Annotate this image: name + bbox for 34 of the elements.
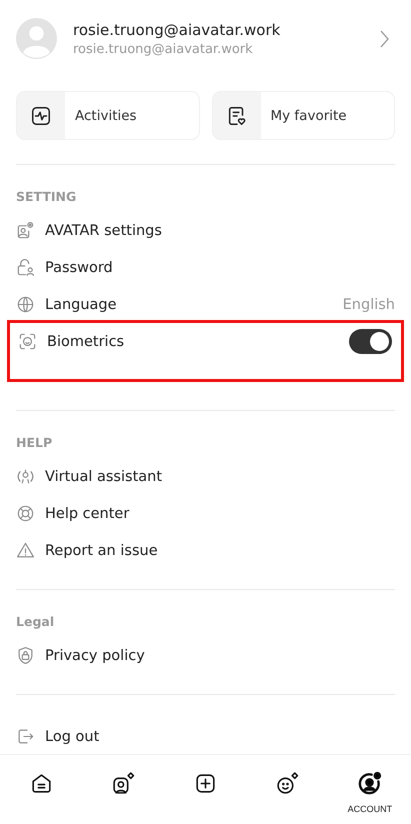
shortcut-card[interactable]: My favorite	[212, 91, 395, 140]
menu-item[interactable]: AVATAR settings	[45, 222, 395, 238]
shield-lock-icon	[16, 646, 35, 665]
menu-item[interactable]: Password	[45, 260, 395, 276]
item-value: English	[342, 296, 395, 312]
lock-user-icon	[16, 258, 35, 277]
menu-item[interactable]: Privacy policy	[45, 648, 395, 664]
menu-item[interactable]: Biometrics	[47, 334, 339, 350]
activity-icon	[30, 104, 52, 126]
lifebuoy-icon	[16, 504, 35, 523]
globe-icon	[16, 295, 35, 314]
face-scan-icon	[18, 332, 37, 351]
assistant-icon	[16, 467, 35, 486]
shortcut-card[interactable]: Activities	[16, 91, 200, 140]
profile-email: rosie.truong@aiavatar.work	[73, 42, 254, 56]
account-icon	[357, 771, 382, 796]
menu-item[interactable]: Language	[45, 296, 333, 312]
section-title: Legal	[16, 614, 56, 629]
menu-item[interactable]: Virtual assistant	[45, 468, 395, 484]
logout-link[interactable]: Log out	[45, 728, 395, 744]
avatar	[16, 18, 57, 59]
avatar-settings-icon	[16, 221, 35, 240]
toggle-switch[interactable]	[349, 329, 392, 354]
menu-item[interactable]: Report an issue	[45, 542, 395, 558]
section-title: SETTING	[16, 189, 78, 204]
profile-name: rosie.truong@aiavatar.work	[73, 20, 282, 38]
warning-icon	[16, 541, 35, 560]
chevron-right-icon[interactable]	[379, 28, 389, 48]
section-title: HELP	[16, 435, 54, 450]
smile-sparkle-icon	[275, 771, 300, 796]
avatar-sparkle-icon	[110, 771, 136, 796]
logout-icon	[16, 727, 35, 746]
nav-tab[interactable]: ACCOUNT	[340, 771, 400, 819]
menu-item[interactable]: Help center	[45, 506, 395, 522]
